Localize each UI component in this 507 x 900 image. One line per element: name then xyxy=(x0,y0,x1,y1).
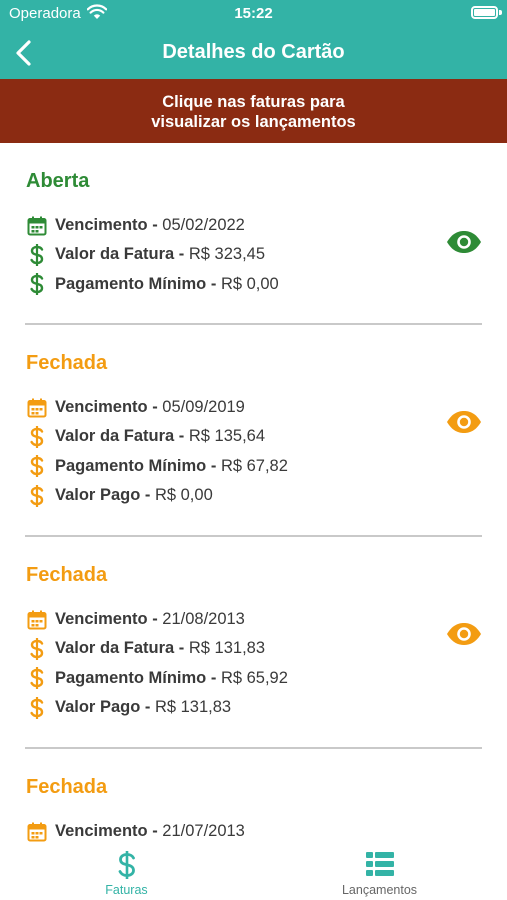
detail-value: R$ 0,00 xyxy=(220,274,279,293)
detail-label: Vencimento - xyxy=(55,398,163,417)
tab-lancamentos-label: Lançamentos xyxy=(341,883,418,897)
detail-label: Valor da Fatura - xyxy=(55,639,189,658)
top-bar: Operadora 15:22 Detalhes do Cartão xyxy=(0,0,507,79)
invoice-detail-row: Pagamento Mínimo - R$ 0,00 xyxy=(25,270,279,299)
detail-label: Pagamento Mínimo - xyxy=(55,668,221,687)
tab-bar: Faturas Lançamentos xyxy=(0,843,507,900)
calendar-icon xyxy=(25,608,49,632)
invoice-details: Vencimento - 05/09/2019 Valor da Fatura -… xyxy=(25,393,288,510)
detail-value: 21/08/2013 xyxy=(162,610,245,629)
detail-value: 05/09/2019 xyxy=(162,398,245,417)
detail-value: 05/02/2022 xyxy=(162,216,245,235)
detail-label: Pagamento Mínimo - xyxy=(55,456,221,475)
invoice-details: Vencimento - 21/07/2013 xyxy=(25,817,245,843)
invoice-list[interactable]: Aberta Vencimento - 05/02/2022 Valor da Fa… xyxy=(0,143,507,843)
dollar-icon xyxy=(0,850,253,880)
detail-label: Valor Pago - xyxy=(55,486,155,505)
invoice-detail-row: Valor Pago - R$ 0,00 xyxy=(25,481,288,510)
calendar-icon xyxy=(25,396,49,420)
detail-label: Valor da Fatura - xyxy=(55,245,189,264)
calendar-icon xyxy=(25,820,49,843)
invoice-detail-row: Vencimento - 21/07/2013 xyxy=(25,817,245,843)
banner-line-1: Clique nas faturas para xyxy=(162,93,345,111)
detail-value: R$ 0,00 xyxy=(154,486,213,505)
dollar-icon xyxy=(25,272,49,296)
detail-label: Vencimento - xyxy=(55,822,163,841)
tab-faturas-label: Faturas xyxy=(105,883,148,897)
page-title: Detalhes do Cartão xyxy=(162,41,345,63)
invoice-detail-row: Pagamento Mínimo - R$ 67,82 xyxy=(25,452,288,481)
invoice-status: Fechada xyxy=(26,776,108,798)
dollar-icon xyxy=(25,637,49,661)
detail-label: Vencimento - xyxy=(55,610,163,629)
detail-value: R$ 135,64 xyxy=(188,427,266,446)
list-icon xyxy=(253,850,506,880)
invoice-detail-row: Valor da Fatura - R$ 135,64 xyxy=(25,422,288,451)
detail-label: Valor da Fatura - xyxy=(55,427,189,446)
status-time: 15:22 xyxy=(234,5,273,22)
view-invoice-eye-icon[interactable] xyxy=(446,410,482,434)
view-invoice-eye-icon[interactable] xyxy=(446,230,482,254)
tab-faturas[interactable]: Faturas xyxy=(0,843,253,900)
detail-value: R$ 131,83 xyxy=(154,698,232,717)
detail-value: R$ 65,92 xyxy=(220,668,288,687)
dollar-icon xyxy=(25,484,49,508)
invoice-detail-row: Vencimento - 05/09/2019 xyxy=(25,393,288,422)
detail-value: R$ 131,83 xyxy=(188,639,266,658)
invoice-status: Fechada xyxy=(26,352,108,374)
invoice-detail-row: Vencimento - 05/02/2022 xyxy=(25,211,279,240)
invoice-detail-row: Valor Pago - R$ 131,83 xyxy=(25,693,288,722)
dollar-icon xyxy=(25,425,49,449)
detail-label: Valor Pago - xyxy=(55,698,155,717)
calendar-icon xyxy=(25,214,49,238)
invoice-detail-row: Pagamento Mínimo - R$ 65,92 xyxy=(25,664,288,693)
dollar-icon xyxy=(25,454,49,478)
invoice-detail-row: Valor da Fatura - R$ 131,83 xyxy=(25,634,288,663)
detail-label: Pagamento Mínimo - xyxy=(55,274,221,293)
banner-line-2: visualizar os lançamentos xyxy=(151,113,356,131)
instruction-banner: Clique nas faturas para visualizar os la… xyxy=(0,79,507,143)
battery-icon xyxy=(471,6,498,19)
nav-bar: Detalhes do Cartão xyxy=(0,30,507,79)
invoice-item[interactable]: Fechada Vencimento - 05/09/2019 Valor da F… xyxy=(25,325,482,537)
status-bar: Operadora 15:22 xyxy=(0,0,507,30)
invoice-status: Fechada xyxy=(26,564,108,586)
dollar-icon xyxy=(25,243,49,267)
invoice-detail-row: Valor da Fatura - R$ 323,45 xyxy=(25,240,279,269)
invoice-item[interactable]: Fechada Vencimento - 21/08/2013 Valor da F… xyxy=(25,537,482,749)
detail-value: R$ 323,45 xyxy=(188,245,266,264)
detail-label: Vencimento - xyxy=(55,216,163,235)
invoice-item[interactable]: Fechada Vencimento - 21/07/2013 xyxy=(25,749,482,843)
invoice-details: Vencimento - 05/02/2022 Valor da Fatura -… xyxy=(25,211,279,299)
battery-cap xyxy=(499,10,502,15)
invoice-details: Vencimento - 21/08/2013 Valor da Fatura -… xyxy=(25,605,288,722)
view-invoice-eye-icon[interactable] xyxy=(446,622,482,646)
dollar-icon xyxy=(25,666,49,690)
invoice-detail-row: Vencimento - 21/08/2013 xyxy=(25,605,288,634)
invoice-item[interactable]: Aberta Vencimento - 05/02/2022 Valor da Fa… xyxy=(25,143,482,325)
invoice-status: Aberta xyxy=(26,170,90,192)
detail-value: 21/07/2013 xyxy=(162,822,245,841)
dollar-icon xyxy=(25,696,49,720)
tab-lancamentos[interactable]: Lançamentos xyxy=(253,843,506,900)
detail-value: R$ 67,82 xyxy=(220,456,288,475)
